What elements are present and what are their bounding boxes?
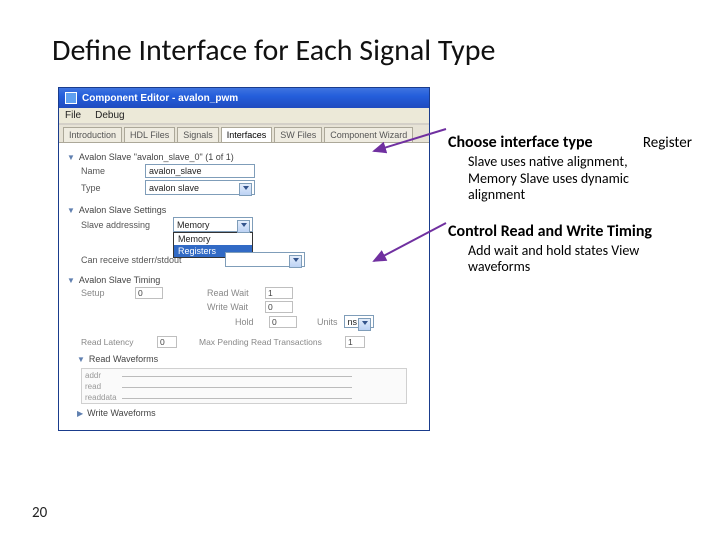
tab-sw-files[interactable]: SW Files bbox=[274, 127, 322, 142]
hold-label: Hold bbox=[235, 317, 263, 327]
annot1-reg: Register bbox=[643, 134, 692, 152]
setup-label: Setup bbox=[81, 288, 129, 298]
tab-interfaces[interactable]: Interfaces bbox=[221, 127, 273, 142]
menu-file[interactable]: File bbox=[65, 110, 81, 121]
triangle-icon[interactable]: ▼ bbox=[67, 206, 75, 215]
menubar: File Debug bbox=[59, 108, 429, 124]
units-select[interactable]: ns bbox=[344, 315, 374, 328]
option-memory[interactable]: Memory bbox=[174, 233, 252, 245]
type-select[interactable]: avalon slave bbox=[145, 180, 255, 195]
chevron-down-icon bbox=[241, 223, 247, 227]
page-number: 20 bbox=[32, 504, 47, 522]
slave-addr-label: Slave addressing bbox=[81, 220, 169, 230]
read-latency-label: Read Latency bbox=[81, 337, 151, 347]
hold-field[interactable]: 0 bbox=[269, 316, 297, 328]
triangle-icon[interactable]: ▼ bbox=[67, 276, 75, 285]
addr-align-select[interactable] bbox=[225, 252, 305, 267]
writewait-field[interactable]: 0 bbox=[265, 301, 293, 313]
app-icon bbox=[65, 92, 77, 104]
annot2-head: Control Read and Write Timing bbox=[448, 222, 652, 241]
slide-title: Define Interface for Each Signal Type bbox=[52, 32, 692, 69]
tab-introduction[interactable]: Introduction bbox=[63, 127, 122, 142]
chevron-down-icon bbox=[293, 258, 299, 262]
tab-signals[interactable]: Signals bbox=[177, 127, 219, 142]
triangle-icon[interactable]: ▶ bbox=[77, 409, 83, 418]
read-waveforms: addr read readdata bbox=[81, 368, 407, 404]
annot1-head: Choose interface type bbox=[448, 133, 593, 152]
read-latency-field[interactable]: 0 bbox=[157, 336, 177, 348]
maxpend-label: Max Pending Read Transactions bbox=[199, 337, 339, 347]
tabs: Introduction HDL Files Signals Interface… bbox=[59, 125, 429, 142]
chevron-down-icon bbox=[362, 321, 368, 325]
annotations: Choose interface type Register Slave use… bbox=[448, 133, 692, 294]
tab-hdl-files[interactable]: HDL Files bbox=[124, 127, 175, 142]
component-editor-window: Component Editor - avalon_pwm File Debug… bbox=[58, 87, 430, 431]
setup-field[interactable]: 0 bbox=[135, 287, 163, 299]
section-label: Avalon Slave "avalon_slave_0" (1 of 1) bbox=[79, 152, 234, 162]
triangle-icon[interactable]: ▼ bbox=[77, 355, 85, 364]
units-label: Units bbox=[317, 317, 338, 327]
maxpend-field[interactable]: 1 bbox=[345, 336, 365, 348]
writewait-label: Write Wait bbox=[207, 302, 259, 312]
read-waveforms-label: Read Waveforms bbox=[89, 354, 158, 364]
readwait-field[interactable]: 1 bbox=[265, 287, 293, 299]
settings-label: Avalon Slave Settings bbox=[79, 205, 166, 215]
type-label: Type bbox=[81, 183, 141, 193]
annot1-body: Slave uses native alignment, Memory Slav… bbox=[468, 154, 678, 204]
triangle-icon[interactable]: ▼ bbox=[67, 153, 75, 162]
slave-addressing-select[interactable]: Memory Memory Registers bbox=[173, 217, 253, 232]
name-field[interactable]: avalon_slave bbox=[145, 164, 255, 178]
readwait-label: Read Wait bbox=[207, 288, 259, 298]
tab-component-wizard[interactable]: Component Wizard bbox=[324, 127, 413, 142]
interfaces-panel: ▼ Avalon Slave "avalon_slave_0" (1 of 1)… bbox=[59, 142, 429, 430]
menu-debug[interactable]: Debug bbox=[95, 110, 124, 121]
write-waveforms-label: Write Waveforms bbox=[87, 408, 156, 418]
name-label: Name bbox=[81, 166, 141, 176]
annot2-body: Add wait and hold states View waveforms bbox=[468, 243, 678, 276]
window-title: Component Editor - avalon_pwm bbox=[82, 93, 238, 104]
window-titlebar: Component Editor - avalon_pwm bbox=[59, 88, 429, 108]
timing-label: Avalon Slave Timing bbox=[79, 275, 160, 285]
chevron-down-icon bbox=[243, 186, 249, 190]
